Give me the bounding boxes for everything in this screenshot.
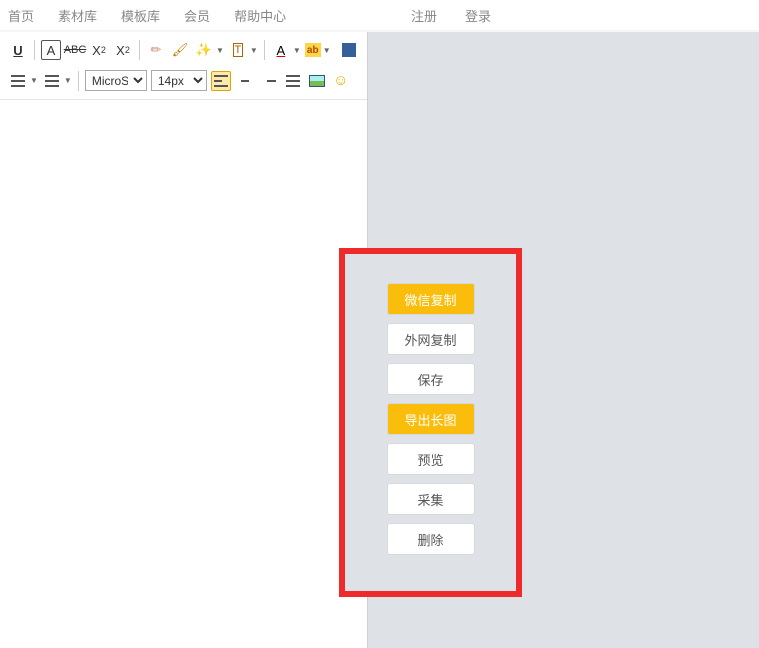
nav-help[interactable]: 帮助中心 (234, 6, 286, 25)
chevron-down-icon: ▼ (293, 46, 301, 55)
align-center-button[interactable] (235, 71, 255, 91)
save-button[interactable]: 保存 (388, 364, 474, 394)
align-left-button[interactable] (211, 71, 231, 91)
align-justify-icon (286, 75, 300, 87)
indent-icon (8, 71, 28, 91)
toolbar-row-1: U A ABC X2 X2 ✏ 🖌 ✨▼ T▼ A▼ ab▼ (4, 38, 363, 62)
nav-home[interactable]: 首页 (8, 6, 34, 25)
nav-login[interactable]: 登录 (465, 6, 491, 25)
font-color-icon: A (271, 40, 291, 60)
line-height-dropdown[interactable]: ▼ (42, 71, 72, 91)
separator (139, 40, 140, 60)
subscript-button[interactable]: X2 (113, 40, 133, 60)
insert-image-button[interactable] (307, 71, 327, 91)
align-justify-button[interactable] (283, 71, 303, 91)
wand-icon: ✨ (194, 40, 214, 60)
top-nav: 首页 素材库 模板库 会员 帮助中心 注册 登录 (0, 0, 759, 30)
square-icon (342, 43, 356, 57)
font-family-select[interactable]: MicroSoft (85, 70, 147, 91)
chevron-down-icon: ▼ (30, 76, 38, 85)
strikethrough-button[interactable]: ABC (65, 40, 85, 60)
actions-panel: 微信复制外网复制保存导出长图预览采集删除 (339, 248, 522, 597)
separator (264, 40, 265, 60)
nav-member[interactable]: 会员 (184, 6, 210, 25)
align-left-icon (214, 75, 228, 87)
date-icon: T (233, 43, 244, 57)
external_copy-button[interactable]: 外网复制 (388, 324, 474, 354)
underline-button[interactable]: U (8, 40, 28, 60)
toolbar-row-2: ▼ ▼ MicroSoft 14px ☺ (4, 68, 363, 93)
line-height-icon (42, 71, 62, 91)
strikethrough-icon: ABC (64, 44, 87, 56)
preview-button[interactable]: 预览 (388, 444, 474, 474)
nav-register[interactable]: 注册 (411, 6, 437, 25)
nav-assets[interactable]: 素材库 (58, 6, 97, 25)
align-center-icon (238, 75, 252, 87)
superscript-button[interactable]: X2 (89, 40, 109, 60)
delete-button[interactable]: 删除 (388, 524, 474, 554)
nav-templates[interactable]: 模板库 (121, 6, 160, 25)
toolbar: U A ABC X2 X2 ✏ 🖌 ✨▼ T▼ A▼ ab▼ ▼ ▼ Micro… (0, 32, 367, 100)
chevron-down-icon: ▼ (323, 46, 331, 55)
date-dropdown[interactable]: T▼ (228, 40, 258, 60)
image-icon (309, 75, 325, 87)
chevron-down-icon: ▼ (64, 76, 72, 85)
wechat_copy-button[interactable]: 微信复制 (388, 284, 474, 314)
export_long-button[interactable]: 导出长图 (388, 404, 474, 434)
insert-emoji-button[interactable]: ☺ (331, 71, 351, 91)
sub-mark: 2 (125, 45, 130, 55)
format-painter-dropdown[interactable]: ✨▼ (194, 40, 224, 60)
align-right-button[interactable] (259, 71, 279, 91)
indent-dropdown[interactable]: ▼ (8, 71, 38, 91)
sup-mark: 2 (101, 45, 106, 55)
highlight-icon: ab (305, 43, 321, 57)
eraser-icon[interactable]: ✏ (146, 40, 166, 60)
font-box-button[interactable]: A (41, 40, 61, 60)
font-color-dropdown[interactable]: A▼ (271, 40, 301, 60)
font-size-select[interactable]: 14px (151, 70, 207, 91)
chevron-down-icon: ▼ (216, 46, 224, 55)
brush-icon[interactable]: 🖌 (170, 40, 190, 60)
highlight-dropdown[interactable]: ab▼ (305, 43, 331, 57)
fullscreen-button[interactable] (339, 40, 359, 60)
separator (34, 40, 35, 60)
collect-button[interactable]: 采集 (388, 484, 474, 514)
chevron-down-icon: ▼ (250, 46, 258, 55)
align-right-icon (262, 75, 276, 87)
separator (78, 71, 79, 91)
editor-area: U A ABC X2 X2 ✏ 🖌 ✨▼ T▼ A▼ ab▼ ▼ ▼ Micro… (0, 32, 368, 648)
